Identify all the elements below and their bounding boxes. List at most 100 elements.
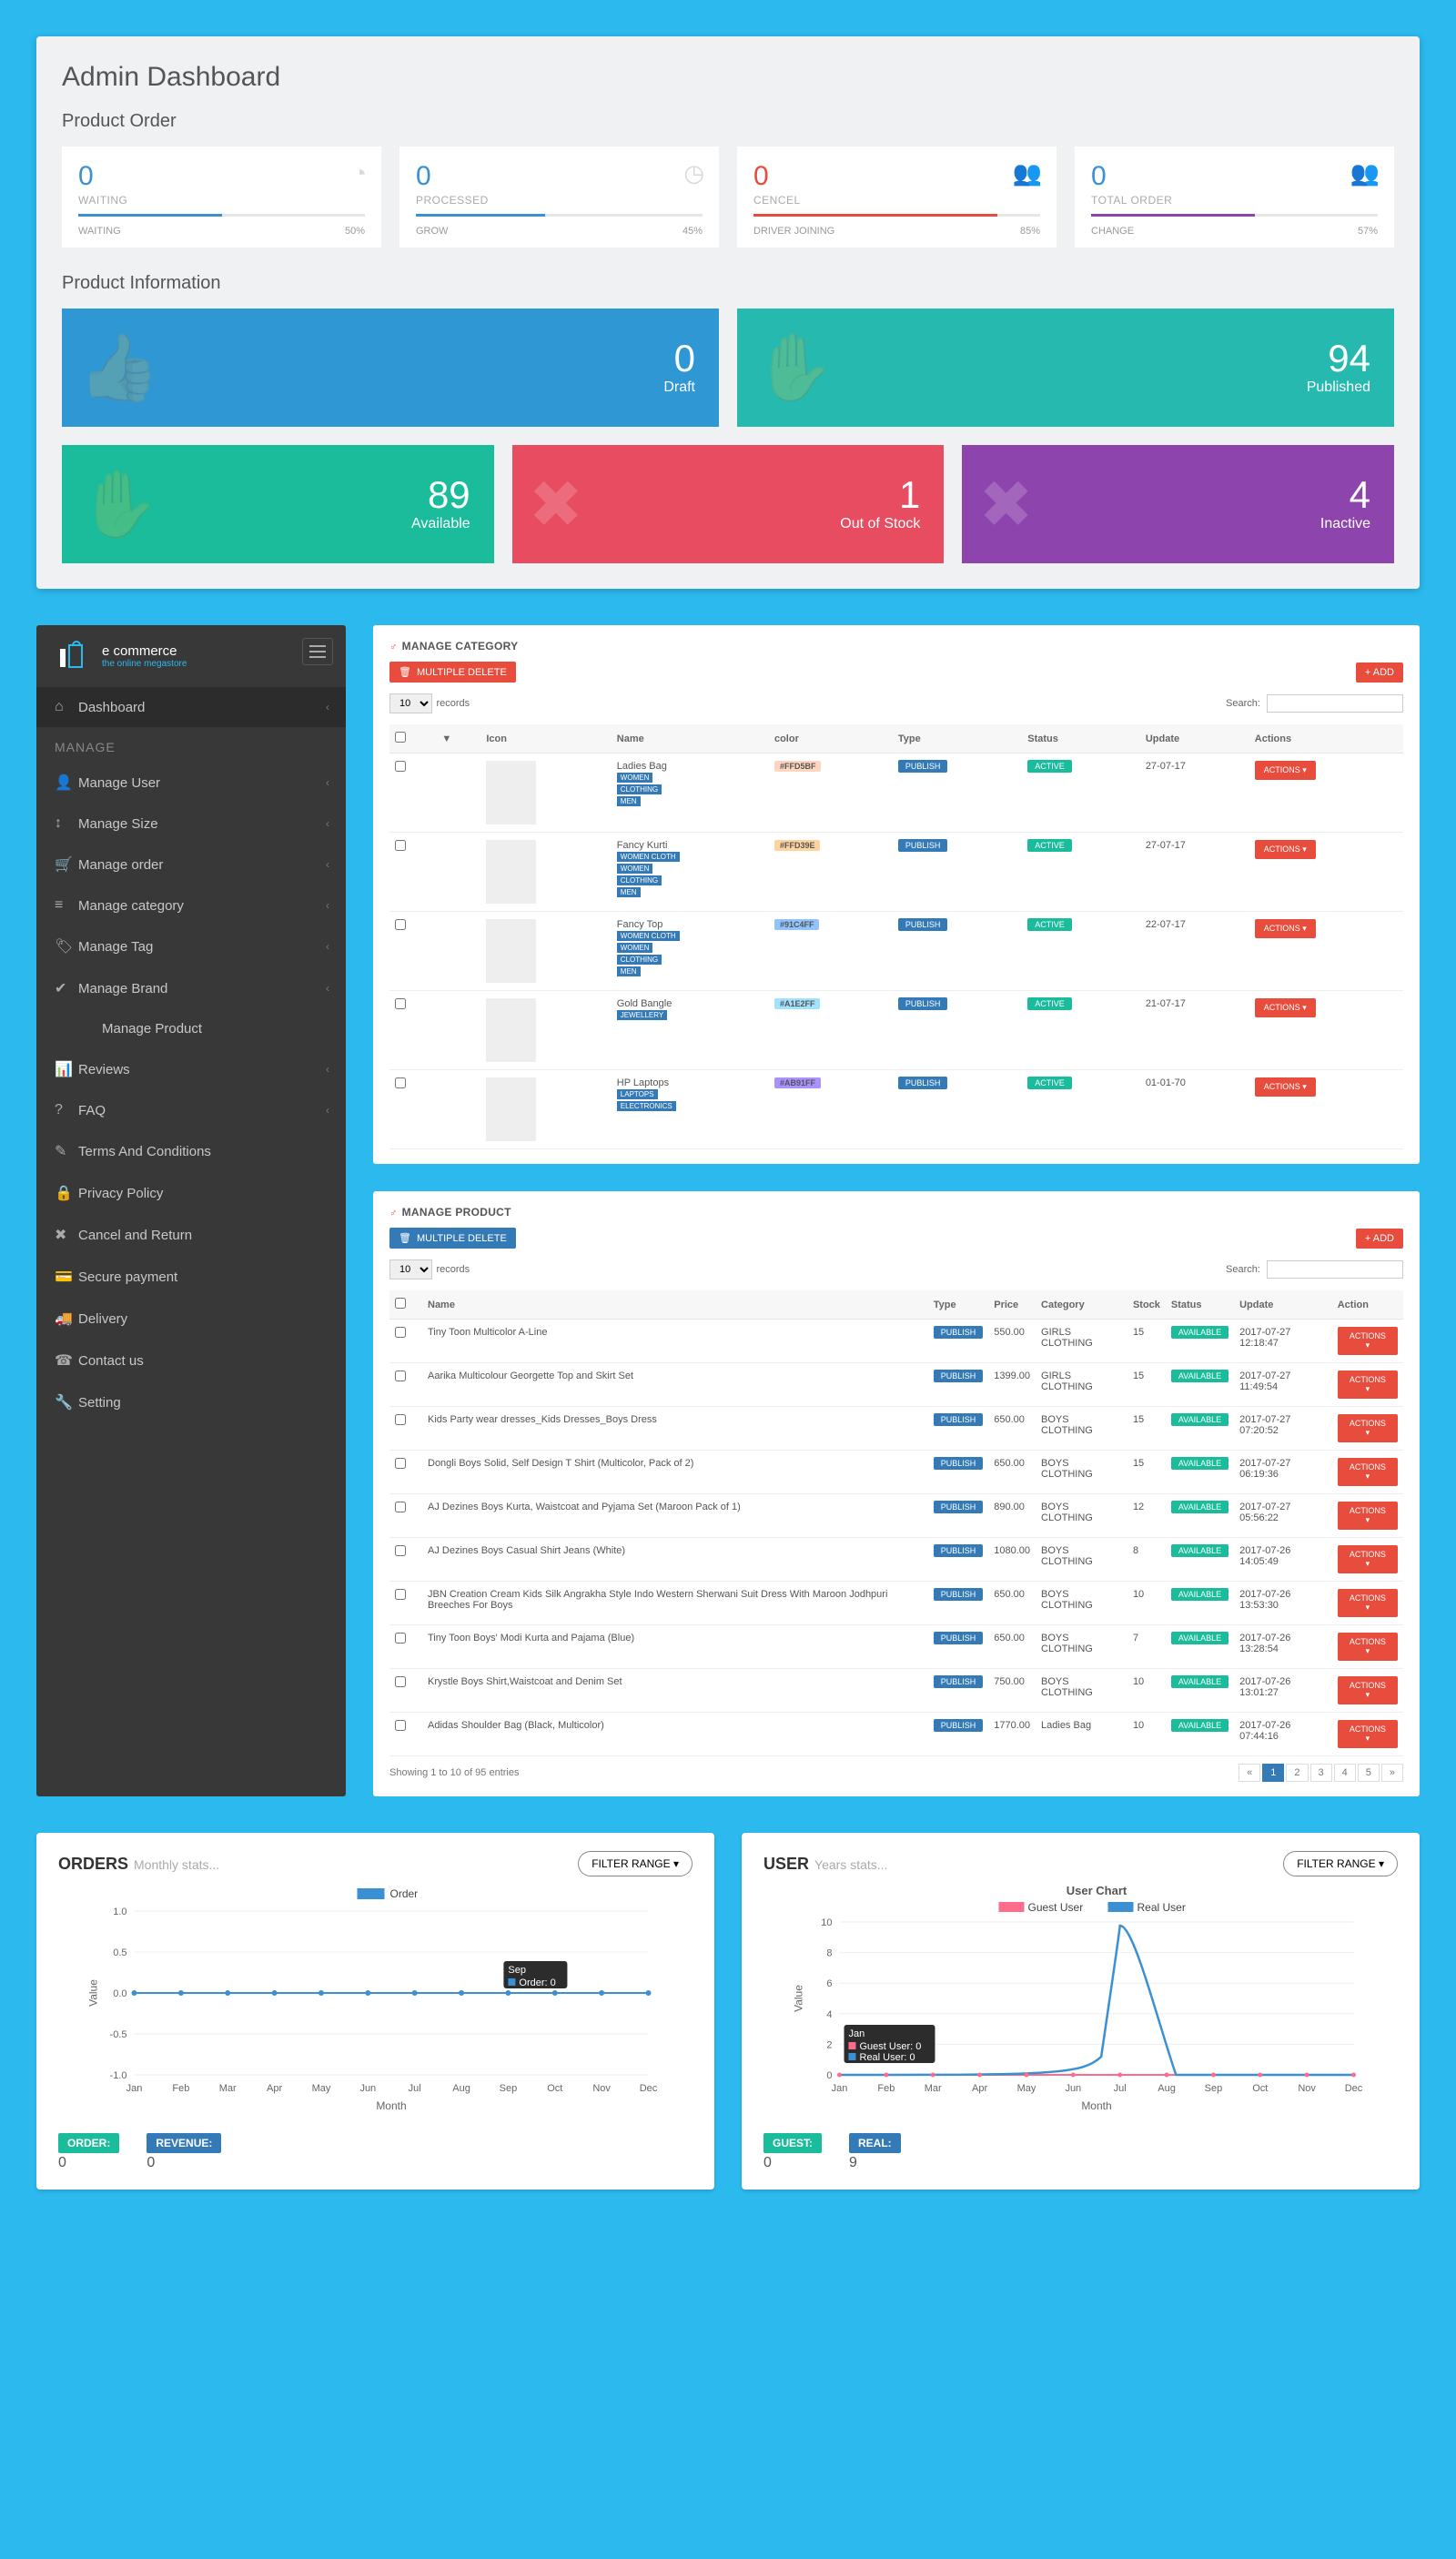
select-all-checkbox[interactable]	[395, 1298, 406, 1309]
actions-button[interactable]: ACTIONS ▾	[1338, 1589, 1398, 1617]
sidebar-item[interactable]: 📊 Reviews ‹	[36, 1048, 346, 1090]
table-header[interactable]: Status	[1166, 1290, 1234, 1320]
sidebar-item[interactable]: 🏷 Manage Tag ‹	[36, 925, 346, 967]
add-button[interactable]: + ADD	[1356, 663, 1403, 683]
info-tile[interactable]: ✖ 4 Inactive	[962, 445, 1394, 563]
sidebar-item[interactable]: ✔ Manage Brand ‹	[36, 967, 346, 1009]
sidebar-item-label: FAQ	[78, 1103, 106, 1118]
row-checkbox[interactable]	[395, 1633, 406, 1644]
records-select[interactable]: 10	[389, 1259, 432, 1280]
row-checkbox[interactable]	[395, 1720, 406, 1731]
row-checkbox[interactable]	[395, 1545, 406, 1556]
row-checkbox[interactable]	[395, 1589, 406, 1600]
row-checkbox[interactable]	[395, 919, 406, 930]
sidebar-item[interactable]: ↕ Manage Size ‹	[36, 804, 346, 844]
page-link[interactable]: 5	[1358, 1764, 1380, 1782]
row-checkbox[interactable]	[395, 1676, 406, 1687]
search-input[interactable]	[1267, 1260, 1403, 1279]
actions-button[interactable]: ACTIONS ▾	[1255, 1077, 1316, 1097]
table-header[interactable]: Update	[1140, 724, 1249, 754]
stat-value: 0	[1091, 161, 1378, 192]
row-checkbox[interactable]	[395, 1371, 406, 1381]
user-chart[interactable]: 0246810JanFebMarAprMayJunJulAugSepOctNov…	[763, 1884, 1398, 2120]
search-input[interactable]	[1267, 694, 1403, 713]
row-checkbox[interactable]	[395, 1414, 406, 1425]
table-header[interactable]: Action	[1332, 1290, 1403, 1320]
category-tag: ELECTRONICS	[617, 1101, 676, 1111]
actions-button[interactable]: ACTIONS ▾	[1255, 761, 1316, 780]
sidebar-item[interactable]: 🔒 Privacy Policy	[36, 1172, 346, 1214]
actions-button[interactable]: ACTIONS ▾	[1338, 1458, 1398, 1486]
page-link[interactable]: 1	[1262, 1764, 1284, 1782]
table-header[interactable]: Update	[1234, 1290, 1332, 1320]
page-link[interactable]: 2	[1286, 1764, 1308, 1782]
orders-chart[interactable]: 1.00.50.0-0.5-1.0JanFebMarAprMayJunJulAu…	[58, 1884, 693, 2120]
table-header[interactable]: Type	[928, 1290, 989, 1320]
info-tile[interactable]: ✖ 1 Out of Stock	[512, 445, 945, 563]
actions-button[interactable]: ACTIONS ▾	[1338, 1545, 1398, 1573]
actions-button[interactable]: ACTIONS ▾	[1255, 919, 1316, 938]
svg-text:May: May	[312, 2083, 331, 2094]
row-checkbox[interactable]	[395, 840, 406, 851]
page-link[interactable]: 4	[1334, 1764, 1356, 1782]
row-checkbox[interactable]	[395, 1327, 406, 1338]
sidebar-item[interactable]: 🚚 Delivery	[36, 1298, 346, 1340]
records-select[interactable]: 10	[389, 693, 432, 713]
actions-button[interactable]: ACTIONS ▾	[1255, 998, 1316, 1017]
menu-toggle-button[interactable]	[302, 638, 333, 665]
multiple-delete-button[interactable]: 🗑 MULTIPLE DELETE	[389, 662, 516, 683]
sidebar-item[interactable]: 👤 Manage User ‹	[36, 762, 346, 804]
actions-button[interactable]: ACTIONS ▾	[1338, 1371, 1398, 1399]
sidebar-item-icon: ☎	[55, 1351, 78, 1370]
add-button[interactable]: + ADD	[1356, 1229, 1403, 1249]
table-header[interactable]	[389, 1290, 411, 1320]
table-header[interactable]	[411, 1290, 422, 1320]
table-header[interactable]: Category	[1036, 1290, 1127, 1320]
actions-button[interactable]: ACTIONS ▾	[1255, 840, 1316, 859]
info-tile[interactable]: ✋ 94 Published	[737, 308, 1394, 427]
page-link[interactable]: 3	[1310, 1764, 1332, 1782]
sidebar-item[interactable]: Manage Product	[36, 1009, 346, 1048]
table-header[interactable]: Name	[612, 724, 769, 754]
table-header[interactable]: Status	[1022, 724, 1140, 754]
table-header[interactable]: Price	[988, 1290, 1036, 1320]
table-header[interactable]: Type	[893, 724, 1022, 754]
info-tiles-top: 👍 0 Draft ✋ 94 Published	[62, 308, 1394, 427]
table-header[interactable]: Actions	[1249, 724, 1403, 754]
table-header[interactable]	[389, 724, 436, 754]
filter-range-button[interactable]: FILTER RANGE ▾	[1283, 1851, 1398, 1876]
sidebar-item[interactable]: ≡ Manage category ‹	[36, 885, 346, 925]
table-header[interactable]: color	[769, 724, 893, 754]
actions-button[interactable]: ACTIONS ▾	[1338, 1327, 1398, 1355]
table-header[interactable]: Name	[422, 1290, 928, 1320]
type-badge: PUBLISH	[898, 997, 948, 1010]
actions-button[interactable]: ACTIONS ▾	[1338, 1502, 1398, 1530]
sidebar-item[interactable]: 🛒 Manage order ‹	[36, 844, 346, 885]
sidebar-item[interactable]: ⌂ Dashboard ‹	[36, 687, 346, 727]
row-checkbox[interactable]	[395, 1458, 406, 1469]
table-header[interactable]: Icon	[480, 724, 611, 754]
page-link[interactable]: «	[1239, 1764, 1260, 1782]
actions-button[interactable]: ACTIONS ▾	[1338, 1676, 1398, 1704]
actions-button[interactable]: ACTIONS ▾	[1338, 1633, 1398, 1661]
sidebar-item[interactable]: ✖ Cancel and Return	[36, 1214, 346, 1256]
sidebar-item[interactable]: ✎ Terms And Conditions	[36, 1130, 346, 1172]
actions-button[interactable]: ACTIONS ▾	[1338, 1720, 1398, 1748]
row-checkbox[interactable]	[395, 761, 406, 772]
multiple-delete-button[interactable]: 🗑 MULTIPLE DELETE	[389, 1228, 516, 1249]
table-header[interactable]: Stock	[1127, 1290, 1166, 1320]
info-tile[interactable]: 👍 0 Draft	[62, 308, 719, 427]
actions-button[interactable]: ACTIONS ▾	[1338, 1414, 1398, 1442]
row-checkbox[interactable]	[395, 1077, 406, 1088]
sidebar-item[interactable]: ? FAQ ‹	[36, 1090, 346, 1130]
sidebar-item[interactable]: 🔧 Setting	[36, 1381, 346, 1423]
page-link[interactable]: »	[1381, 1764, 1403, 1782]
sidebar-item[interactable]: 💳 Secure payment	[36, 1256, 346, 1298]
row-checkbox[interactable]	[395, 1502, 406, 1512]
row-checkbox[interactable]	[395, 998, 406, 1009]
select-all-checkbox[interactable]	[395, 732, 406, 743]
filter-range-button[interactable]: FILTER RANGE ▾	[578, 1851, 693, 1876]
table-header[interactable]: ▼	[436, 724, 480, 754]
sidebar-item[interactable]: ☎ Contact us	[36, 1340, 346, 1381]
info-tile[interactable]: ✋ 89 Available	[62, 445, 494, 563]
